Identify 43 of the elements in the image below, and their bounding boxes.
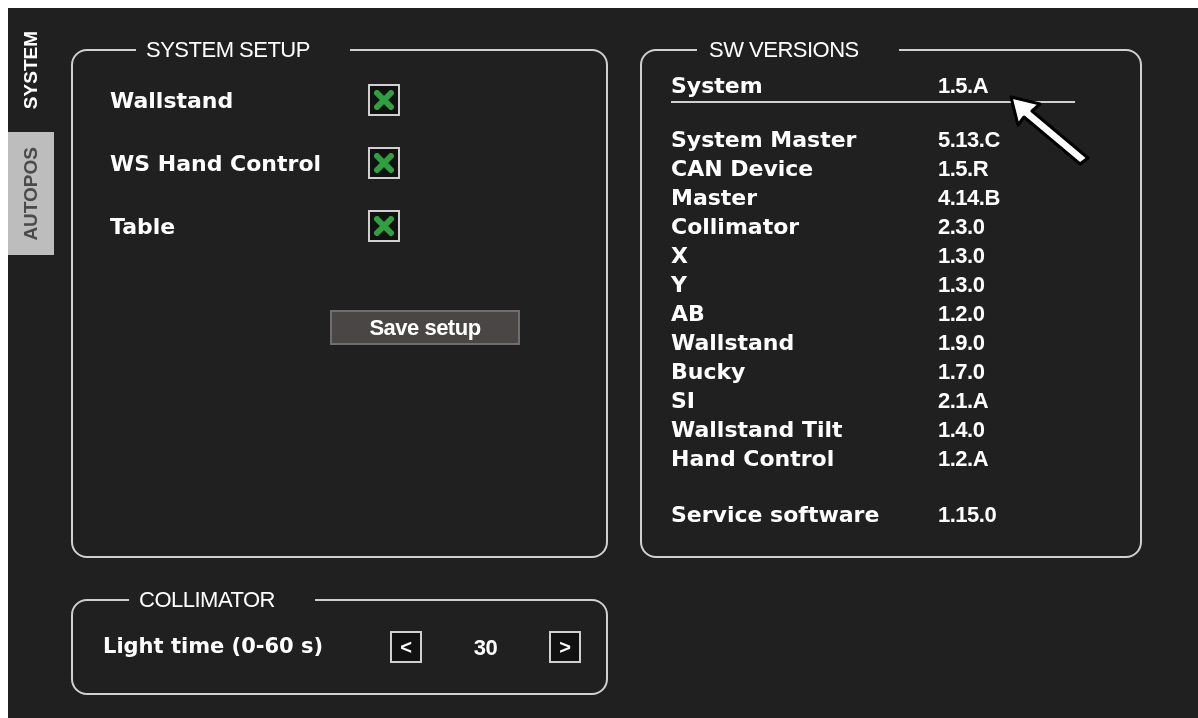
version-number: 1.9.0 <box>938 329 985 357</box>
section-title: SYSTEM SETUP <box>145 38 311 62</box>
version-number: 1.2.0 <box>938 300 985 328</box>
checkbox[interactable] <box>368 147 400 179</box>
version-name: Service software <box>671 501 881 529</box>
version-name: Wallstand Tilt <box>671 416 844 444</box>
increment-button[interactable]: > <box>549 631 581 663</box>
checkbox[interactable] <box>368 210 400 242</box>
version-name: Master <box>671 184 759 212</box>
light-time-value: 30 <box>473 633 498 662</box>
version-name: CAN Device <box>671 155 815 183</box>
side-tab[interactable]: AUTOPOS <box>8 132 54 255</box>
version-number: 4.14.B <box>938 184 1000 212</box>
option-label: Wallstand <box>110 86 235 115</box>
version-name: Wallstand <box>671 329 796 357</box>
version-name: X <box>671 242 689 270</box>
version-number: 2.3.0 <box>938 213 985 241</box>
version-name: SI <box>671 387 697 415</box>
version-number: 1.4.0 <box>938 416 985 444</box>
version-name: Y <box>671 271 688 299</box>
version-number: 1.3.0 <box>938 271 985 299</box>
option-label: Table <box>110 212 177 241</box>
version-number: 1.2.A <box>938 445 989 473</box>
save-setup-button[interactable]: Save setup <box>330 310 520 345</box>
option-label: WS Hand Control <box>110 149 323 178</box>
checkbox[interactable] <box>368 84 400 116</box>
version-name: System <box>671 73 764 99</box>
decrement-button[interactable]: < <box>390 631 422 663</box>
version-number: 1.5.R <box>938 155 989 183</box>
version-number: 1.5.A <box>938 73 989 99</box>
version-number: 1.15.0 <box>938 501 997 529</box>
light-time-label: Light time (0-60 s) <box>103 633 325 661</box>
section-title: SW VERSIONS <box>708 38 860 62</box>
version-number: 5.13.C <box>938 126 1000 154</box>
version-name: Hand Control <box>671 445 836 473</box>
version-number: 1.3.0 <box>938 242 985 270</box>
version-name: AB <box>671 300 706 328</box>
section-title: COLLIMATOR <box>138 588 276 612</box>
version-name: Collimator <box>671 213 801 241</box>
version-name: System Master <box>671 126 858 154</box>
version-number: 1.7.0 <box>938 358 985 386</box>
version-number: 2.1.A <box>938 387 989 415</box>
version-name: Bucky <box>671 358 747 386</box>
